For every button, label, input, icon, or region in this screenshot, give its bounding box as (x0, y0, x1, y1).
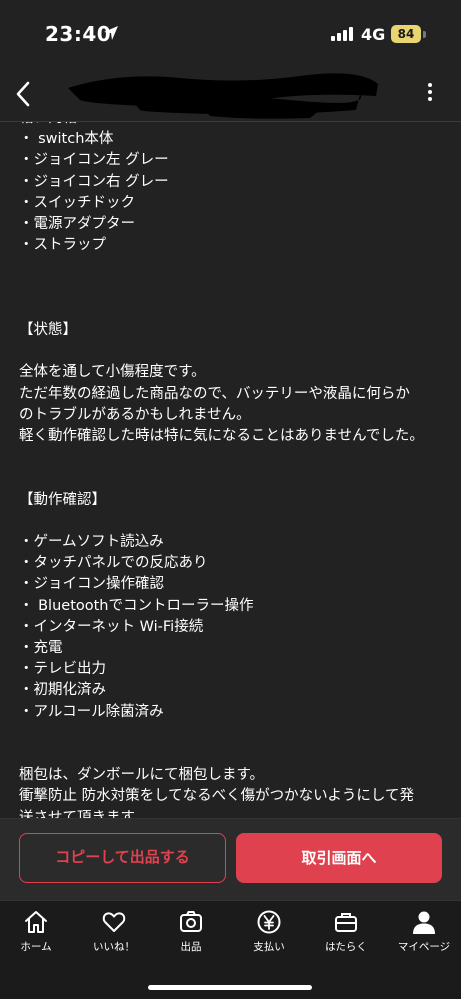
description-line (19, 468, 442, 489)
camera-icon (180, 911, 202, 932)
description-line: ただ年数の経過した商品なので、バッテリーや液晶に何らか (19, 385, 410, 402)
description-line: ・ Bluetoothでコントローラー操作 (19, 597, 254, 614)
description-line: 全体を通して小傷程度です。 (19, 364, 206, 381)
location-arrow-icon (104, 26, 118, 40)
description-line: ・ジョイコン右 グレー (19, 173, 169, 190)
more-vertical-icon (428, 83, 432, 87)
description-line: ・ジョイコン操作確認 (19, 576, 164, 593)
description-line (19, 278, 442, 299)
description-line: ・テレビ出力 (19, 661, 106, 678)
status-bar: 23:40 4G 84 (0, 0, 461, 66)
tab-label: いいね！ (93, 941, 135, 953)
bottom-tab-bar: ホーム いいね！ 出品 支払い はたらく マイページ (0, 900, 461, 999)
description-line (19, 744, 442, 765)
heart-icon (102, 912, 126, 932)
description-line: ・初期化済み (19, 682, 106, 699)
yen-icon (257, 910, 281, 934)
description-line: のトラブルがあるかもしれません。 (19, 406, 251, 423)
description-line (19, 511, 442, 532)
description-line: 衝撃防止 防水対策をしてなるべく傷がつかないようにして発 (19, 788, 414, 805)
description-line: 【動作確認】 (19, 491, 106, 508)
description-line: ・タッチパネルでの反応あり (19, 555, 208, 572)
chevron-left-icon (16, 81, 30, 107)
nav-bar (0, 66, 461, 122)
battery-cap (423, 31, 426, 38)
tab-my-page[interactable]: マイページ (386, 909, 461, 954)
item-description-scroll[interactable]: 箱、内箱 ・ switch本体 ・ジョイコン左 グレー ・ジョイコン右 グレー … (0, 108, 461, 828)
item-detail-screen: 23:40 4G 84 ・ switch本体 ・ジョイコン左 グレー ・ジョイコ… (0, 0, 461, 999)
description-line: ・ゲームソフト読込み (19, 533, 164, 550)
battery-level: 84 (397, 27, 415, 41)
home-icon (25, 911, 47, 933)
tab-home[interactable]: ホーム (0, 909, 74, 954)
description-line: 軽く動作確認した時は特に気になることはありませんでした。 (19, 427, 424, 444)
briefcase-icon (335, 913, 357, 932)
description-line: ・電源アダプター (19, 216, 135, 233)
item-description: 箱、内箱 ・ switch本体 ・ジョイコン左 グレー ・ジョイコン右 グレー … (0, 108, 461, 828)
description-line: ・ switch本体 (19, 131, 114, 148)
description-line: ・充電 (19, 639, 63, 656)
more-options-button[interactable] (418, 80, 442, 110)
description-line: ・ジョイコン左 グレー (19, 152, 169, 169)
description-line: 梱包は、ダンボールにて梱包します。 (19, 767, 265, 784)
action-bar: コピーして出品する 取引画面へ (0, 818, 461, 900)
tab-likes[interactable]: いいね！ (76, 909, 152, 954)
network-type: 4G (361, 25, 386, 44)
description-line (19, 256, 442, 277)
tab-payment[interactable]: 支払い (231, 909, 307, 954)
redacted-title-scribble (68, 73, 378, 119)
description-line: ・インターネット Wi-Fi接続 (19, 618, 204, 635)
description-line (19, 447, 442, 468)
tab-label: はたらく (325, 941, 367, 953)
tab-label: ホーム (20, 941, 52, 953)
back-button[interactable] (10, 78, 40, 110)
cellular-signal-icon (331, 27, 353, 41)
tab-label: 出品 (180, 941, 202, 953)
battery-icon: 84 (391, 25, 421, 43)
description-line (19, 341, 442, 362)
tab-work[interactable]: はたらく (308, 909, 384, 954)
description-line: 【状態】 (19, 321, 77, 338)
tab-list-item[interactable]: 出品 (153, 909, 229, 954)
user-icon (413, 911, 435, 934)
status-time: 23:40 (45, 22, 112, 46)
description-line: ・アルコール除菌済み (19, 703, 164, 720)
home-indicator[interactable] (148, 985, 312, 990)
tab-label: マイページ (397, 941, 451, 953)
copy-and-list-button[interactable]: コピーして出品する (19, 833, 226, 883)
description-line (19, 723, 442, 744)
description-line: ・スイッチドック (19, 194, 135, 211)
description-line: ・ストラップ (19, 237, 106, 254)
description-line (19, 299, 442, 320)
tab-label: 支払い (253, 941, 285, 953)
go-to-transaction-button[interactable]: 取引画面へ (236, 833, 442, 883)
